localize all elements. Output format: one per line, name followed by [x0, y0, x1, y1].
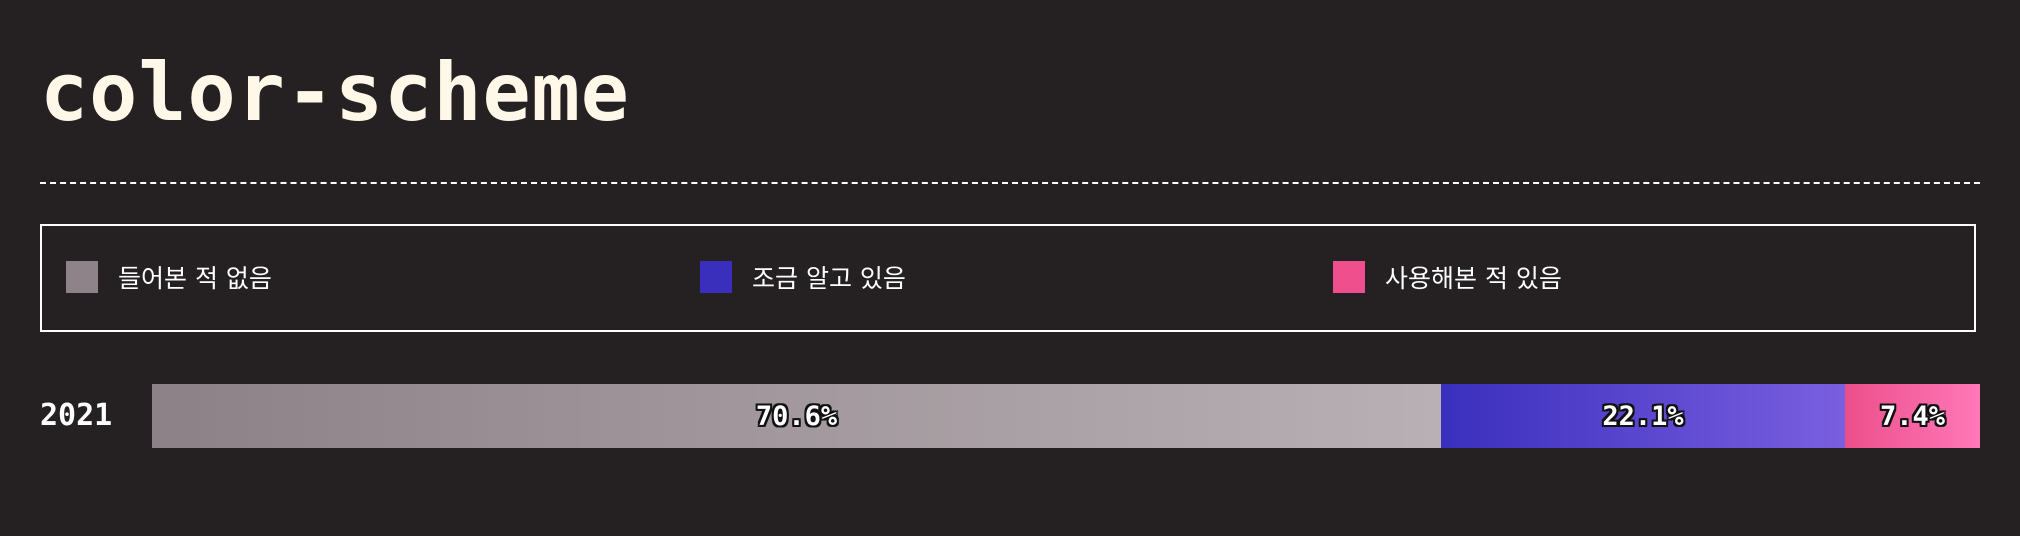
data-label-know-a-little: 22.1%: [1602, 400, 1684, 432]
bar-segment-have-used: 7.4%: [1845, 384, 1980, 448]
dashed-divider: [40, 182, 1980, 184]
data-label-never-heard: 70.6%: [755, 400, 838, 432]
chart-legend: 들어본 적 없음 조금 알고 있음 사용해본 적 있음: [40, 224, 1976, 332]
stacked-bar-2021: 70.6% 22.1% 7.4%: [152, 384, 1980, 448]
page-title: color-scheme: [40, 46, 630, 139]
data-label-have-used: 7.4%: [1879, 400, 1946, 432]
bar-segment-know-a-little: 22.1%: [1441, 384, 1845, 448]
legend-item-never-heard: 들어본 적 없음: [66, 261, 272, 293]
legend-swatch-know-a-little: [700, 261, 732, 293]
legend-label-know-a-little: 조금 알고 있음: [752, 264, 906, 293]
legend-label-have-used: 사용해본 적 있음: [1385, 264, 1562, 293]
legend-item-know-a-little: 조금 알고 있음: [700, 261, 906, 293]
legend-item-have-used: 사용해본 적 있음: [1333, 261, 1562, 293]
legend-swatch-have-used: [1333, 261, 1365, 293]
legend-label-never-heard: 들어본 적 없음: [118, 264, 272, 293]
legend-swatch-never-heard: [66, 261, 98, 293]
category-label-2021: 2021: [40, 398, 113, 433]
bar-segment-never-heard: 70.6%: [152, 384, 1441, 448]
